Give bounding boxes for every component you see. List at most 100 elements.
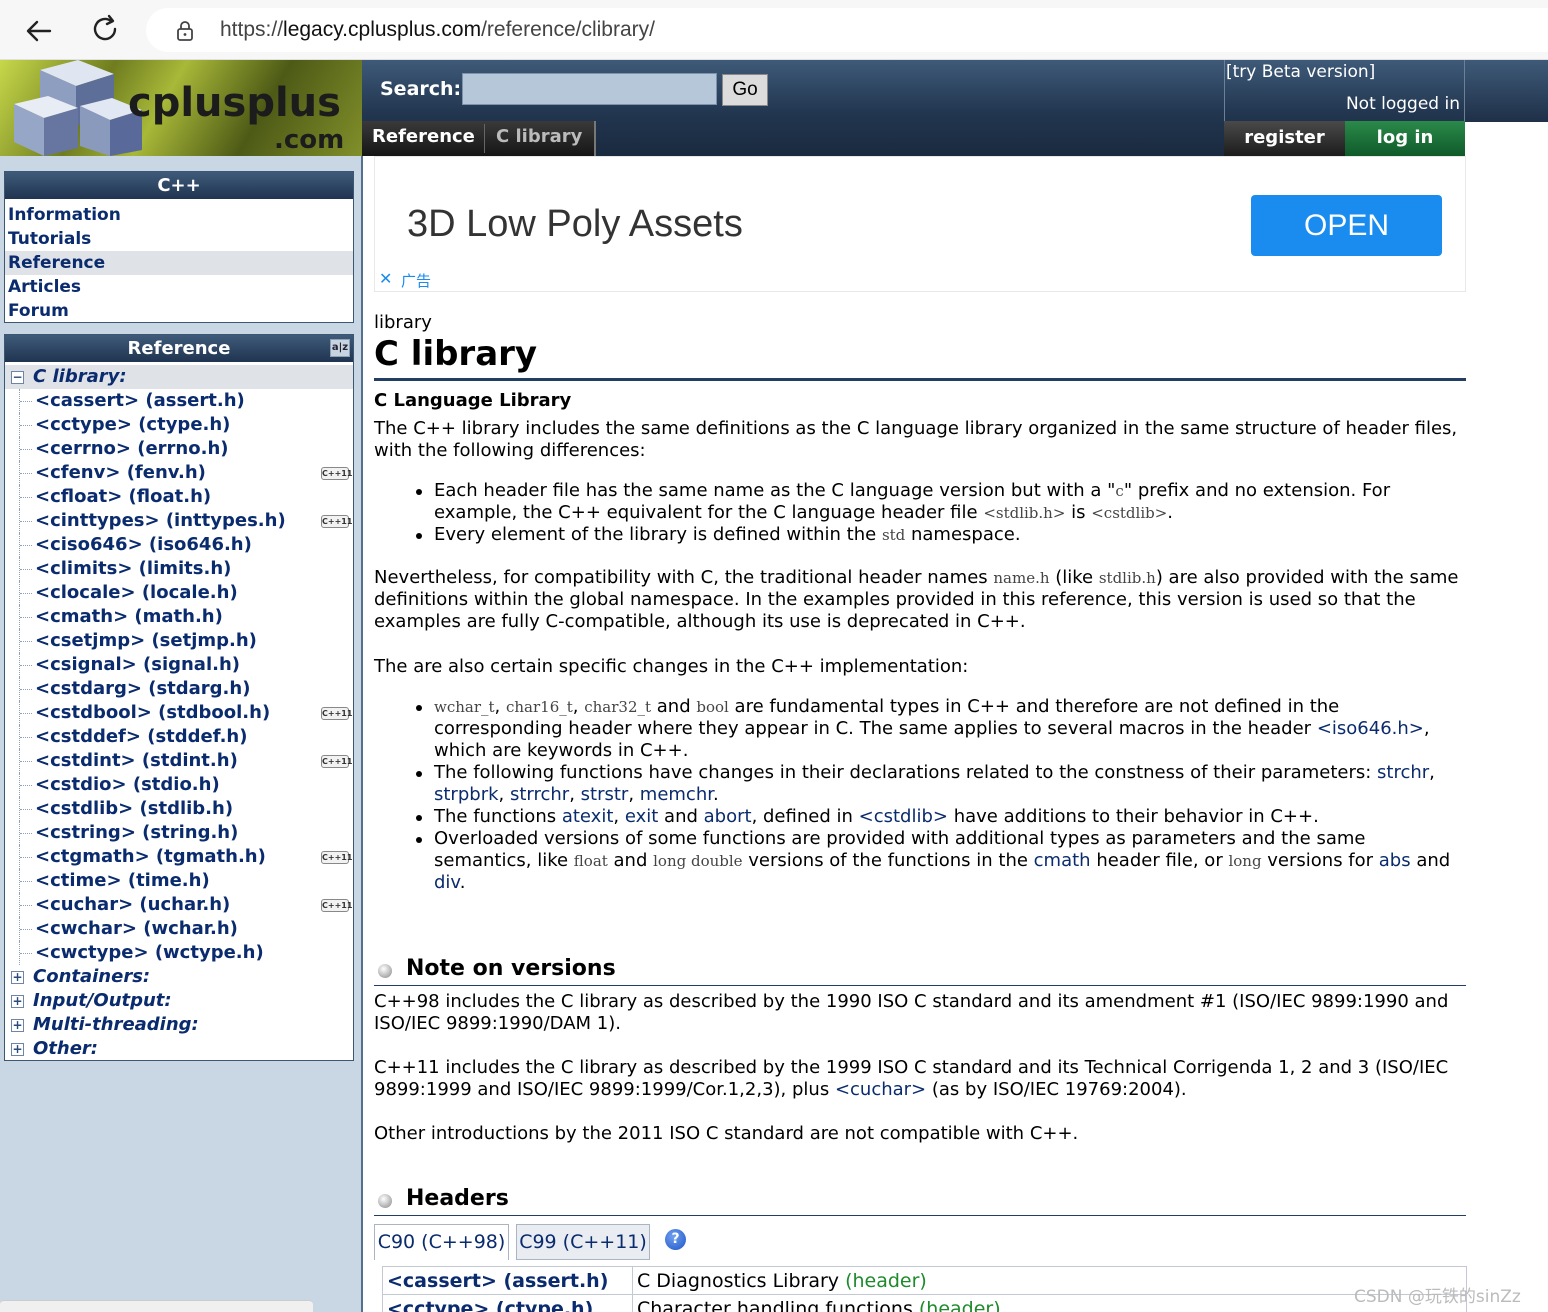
tree-item-label: <csetjmp> (setjmp.h) bbox=[35, 630, 257, 651]
ad-close-icon[interactable]: ✕ bbox=[379, 269, 392, 288]
tree-item-header[interactable]: <cassert> (assert.h) bbox=[5, 389, 353, 413]
advertisement[interactable]: 3D Low Poly Assets OPEN ✕ 广告 bbox=[374, 156, 1466, 292]
tab-c99[interactable]: C99 (C++11) bbox=[516, 1224, 650, 1260]
list-item: Overloaded versions of some functions ar… bbox=[374, 828, 1466, 894]
tree-item-header[interactable]: <cmath> (math.h) bbox=[5, 605, 353, 629]
tree-category-c-library[interactable]: − C library: bbox=[5, 365, 353, 389]
ad-title[interactable]: 3D Low Poly Assets bbox=[407, 203, 743, 246]
beta-version-link[interactable]: [try Beta version] bbox=[1226, 62, 1375, 82]
section-title: Note on versions bbox=[406, 956, 616, 981]
tree-item-label: <climits> (limits.h) bbox=[35, 558, 232, 579]
tree-item-header[interactable]: <cstring> (string.h) bbox=[5, 821, 353, 845]
nav-articles[interactable]: Articles bbox=[5, 275, 353, 299]
tree-item-header[interactable]: <cerrno> (errno.h) bbox=[5, 437, 353, 461]
tree-item-header[interactable]: <ctime> (time.h) bbox=[5, 869, 353, 893]
reload-icon[interactable] bbox=[88, 12, 122, 46]
tree-item-header[interactable]: <cinttypes> (inttypes.h) C++11 bbox=[5, 509, 353, 533]
tree-item-header[interactable]: <cstdarg> (stdarg.h) bbox=[5, 677, 353, 701]
link-memchr[interactable]: memchr bbox=[640, 784, 713, 805]
nav-reference[interactable]: Reference bbox=[5, 251, 353, 275]
header-name-link[interactable]: <cctype> (ctype.h) bbox=[382, 1294, 633, 1312]
link-atexit[interactable]: atexit bbox=[562, 806, 614, 827]
tree-item-header[interactable]: <climits> (limits.h) bbox=[5, 557, 353, 581]
code: stdlib.h bbox=[1098, 569, 1156, 587]
login-button[interactable]: log in bbox=[1345, 121, 1465, 156]
tree-category-input-output[interactable]: + Input/Output: bbox=[5, 989, 353, 1013]
breadcrumb-reference[interactable]: Reference bbox=[372, 126, 475, 147]
search-input[interactable] bbox=[462, 73, 717, 105]
tree-item-header[interactable]: <cfenv> (fenv.h) C++11 bbox=[5, 461, 353, 485]
link-cstdlib[interactable]: <cstdlib> bbox=[859, 806, 948, 827]
link-div[interactable]: div bbox=[434, 872, 460, 893]
link-exit[interactable]: exit bbox=[625, 806, 658, 827]
tree-item-header[interactable]: <ctgmath> (tgmath.h) C++11 bbox=[5, 845, 353, 869]
tree-item-label: <cwctype> (wctype.h) bbox=[35, 942, 264, 963]
site-header: cplusplus .com Search: Go [try Beta vers… bbox=[0, 60, 1548, 156]
nav-forum[interactable]: Forum bbox=[5, 299, 353, 323]
nav-information[interactable]: Information bbox=[5, 203, 353, 227]
text: , bbox=[498, 784, 510, 805]
breadcrumb-c-library[interactable]: C library bbox=[496, 126, 582, 147]
tree-branch-line bbox=[20, 857, 32, 858]
tree-item-header[interactable]: <cstdlib> (stdlib.h) bbox=[5, 797, 353, 821]
link-cuchar[interactable]: <cuchar> bbox=[835, 1079, 926, 1100]
url-text[interactable]: https://legacy.cplusplus.com/reference/c… bbox=[220, 18, 655, 42]
back-arrow-icon[interactable] bbox=[22, 14, 56, 48]
cplusplus-logo[interactable]: cplusplus .com bbox=[0, 60, 362, 156]
link-strpbrk[interactable]: strpbrk bbox=[434, 784, 499, 805]
header-description: Character handling functions (header) bbox=[632, 1294, 1467, 1312]
tree-item-header[interactable]: <cstdbool> (stdbool.h) C++11 bbox=[5, 701, 353, 725]
tree-category-other[interactable]: + Other: bbox=[5, 1037, 353, 1061]
link-strstr[interactable]: strstr bbox=[581, 784, 629, 805]
nav-tutorials[interactable]: Tutorials bbox=[5, 227, 353, 251]
tree-item-header[interactable]: <cstdint> (stdint.h) C++11 bbox=[5, 749, 353, 773]
tree-item-header[interactable]: <clocale> (locale.h) bbox=[5, 581, 353, 605]
address-bar[interactable]: https://legacy.cplusplus.com/reference/c… bbox=[146, 8, 1548, 52]
tree-item-header[interactable]: <cuchar> (uchar.h) C++11 bbox=[5, 893, 353, 917]
ad-open-button[interactable]: OPEN bbox=[1251, 195, 1442, 256]
register-button[interactable]: register bbox=[1224, 121, 1345, 156]
tree-item-header[interactable]: <cstddef> (stddef.h) bbox=[5, 725, 353, 749]
link-cmath[interactable]: cmath bbox=[1034, 850, 1091, 871]
header-name-link[interactable]: <cassert> (assert.h) bbox=[382, 1266, 633, 1295]
link-strchr[interactable]: strchr bbox=[1377, 762, 1429, 783]
tab-c90[interactable]: C90 (C++98) bbox=[374, 1224, 509, 1260]
tree-item-header[interactable]: <cfloat> (float.h) bbox=[5, 485, 353, 509]
link-abort[interactable]: abort bbox=[704, 806, 752, 827]
link-abs[interactable]: abs bbox=[1379, 850, 1411, 871]
collapse-icon[interactable]: − bbox=[11, 371, 24, 384]
help-icon[interactable]: ? bbox=[665, 1229, 686, 1250]
tree-item-header[interactable]: <ciso646> (iso646.h) bbox=[5, 533, 353, 557]
tree-category-containers[interactable]: + Containers: bbox=[5, 965, 353, 989]
expand-icon[interactable]: + bbox=[11, 1043, 24, 1056]
tree-item-label: <cwchar> (wchar.h) bbox=[35, 918, 238, 939]
code: <cstdlib> bbox=[1091, 504, 1168, 522]
link-strrchr[interactable]: strrchr bbox=[510, 784, 569, 805]
breadcrumb-separator bbox=[484, 124, 485, 153]
expand-icon[interactable]: + bbox=[11, 995, 24, 1008]
tree-branch-line bbox=[20, 425, 32, 426]
tree-item-header[interactable]: <csetjmp> (setjmp.h) bbox=[5, 629, 353, 653]
sort-az-icon[interactable]: a|z bbox=[330, 339, 350, 357]
section-versions-header: Note on versions bbox=[374, 956, 1466, 986]
section-headers-header: Headers bbox=[374, 1186, 1466, 1216]
go-button[interactable]: Go bbox=[722, 74, 768, 106]
reference-nav-box: Reference a|z − C library: <cassert> (as… bbox=[4, 334, 354, 1061]
lock-icon[interactable] bbox=[174, 20, 196, 42]
tree-item-header[interactable]: <cwchar> (wchar.h) bbox=[5, 917, 353, 941]
text: have additions to their behavior in C++. bbox=[947, 806, 1319, 827]
tree-branch-line bbox=[20, 593, 32, 594]
tree-branch-line bbox=[20, 617, 32, 618]
logo-wordmark: cplusplus bbox=[128, 80, 341, 126]
code: long bbox=[1228, 852, 1262, 870]
expand-icon[interactable]: + bbox=[11, 1019, 24, 1032]
tree-item-header[interactable]: <cstdio> (stdio.h) bbox=[5, 773, 353, 797]
link-iso646[interactable]: <iso646.h> bbox=[1317, 718, 1424, 739]
tree-item-header[interactable]: <csignal> (signal.h) bbox=[5, 653, 353, 677]
version-cpp98-paragraph: C++98 includes the C library as describe… bbox=[374, 991, 1449, 1034]
tree-item-header[interactable]: <cctype> (ctype.h) bbox=[5, 413, 353, 437]
ad-label[interactable]: 广告 bbox=[401, 270, 431, 291]
expand-icon[interactable]: + bbox=[11, 971, 24, 984]
tree-category-multi-threading[interactable]: + Multi-threading: bbox=[5, 1013, 353, 1037]
tree-item-header[interactable]: <cwctype> (wctype.h) bbox=[5, 941, 353, 965]
